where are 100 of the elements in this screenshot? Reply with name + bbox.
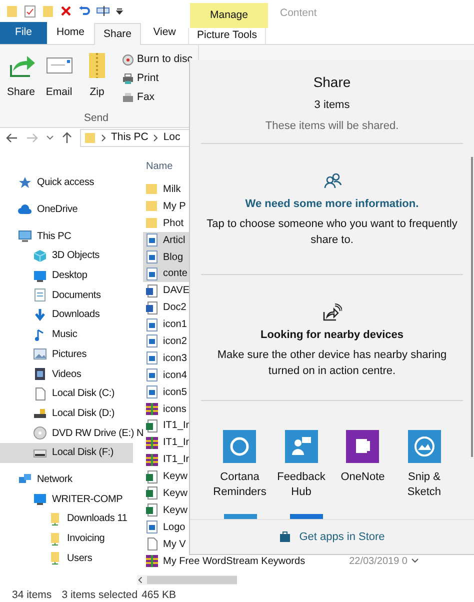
tree-item-icon (33, 347, 47, 362)
file-name: IT1_Ir (163, 419, 190, 434)
tree-item[interactable]: DVD RW Drive (E:) N (0, 423, 144, 443)
tree-item[interactable]: Quick access (0, 173, 133, 193)
rename-icon[interactable] (96, 5, 110, 17)
image-file-icon (145, 351, 159, 366)
ribbon-tab[interactable]: Home (47, 22, 94, 44)
file-row[interactable]: Blog (143, 248, 189, 266)
ribbon-button[interactable]: Email (42, 51, 76, 105)
file-row[interactable]: Keyw (143, 502, 189, 519)
tree-item[interactable]: Downloads 11 (0, 509, 133, 529)
file-row[interactable]: Articl (143, 232, 189, 249)
folder-icon (84, 132, 96, 144)
spreadsheet-icon (145, 418, 159, 433)
group-label: Send (84, 112, 108, 124)
tree-item-icon (33, 406, 47, 420)
tree-item[interactable]: Pictures (0, 344, 133, 364)
tree-item-icon (48, 512, 62, 526)
status-text: 465 KB (142, 588, 176, 602)
spreadsheet-icon (145, 470, 159, 484)
store-link[interactable]: Get apps in Store (279, 528, 385, 546)
tree-item[interactable]: OneDrive (0, 200, 133, 220)
file-row[interactable]: IT1_Ir (143, 434, 190, 452)
file-row[interactable]: icon3 (143, 350, 189, 367)
column-header[interactable]: Name (143, 155, 177, 177)
file-row[interactable]: Keyw (143, 485, 189, 502)
tree-item-icon (48, 532, 62, 546)
spreadsheet-icon (145, 503, 159, 518)
file-row[interactable]: conte (143, 265, 189, 282)
panel-subtitle: These items will be shared. (265, 118, 399, 134)
tree-item-icon (18, 202, 32, 217)
ribbon-tab[interactable]: Picture Tools (188, 28, 266, 44)
path-segment[interactable]: Loc (163, 130, 180, 146)
properties-icon[interactable] (24, 4, 36, 18)
app-button[interactable]: Cortana Reminders (209, 430, 270, 500)
file-row[interactable]: IT1_Ir (143, 417, 190, 434)
tree-item[interactable]: Documents (0, 285, 133, 306)
ribbon-tab[interactable]: File (0, 22, 47, 44)
tree-item[interactable]: 3D Objects (0, 246, 133, 266)
ribbon-button[interactable]: Share (4, 51, 38, 105)
file-name: Milk (163, 182, 181, 197)
section-heading: We need some more information. (245, 197, 419, 212)
nearby-share-icon (322, 303, 342, 323)
file-row[interactable]: Milk (143, 181, 189, 198)
app-button[interactable]: Snip & Sketch (394, 430, 455, 500)
undo-icon[interactable] (78, 5, 90, 17)
file-name: icons (163, 402, 186, 417)
ribbon-button[interactable]: Fax (122, 89, 192, 107)
tree-item[interactable]: Music (0, 324, 133, 344)
file-row[interactable]: DAVE (143, 282, 190, 300)
path-segment[interactable]: This PC (111, 130, 148, 146)
section-text: Make sure the other device has nearby sharing turned on in action centre. (216, 348, 448, 378)
panel-title: Share (313, 73, 351, 92)
file-row[interactable]: Keyw (143, 468, 189, 486)
file-row[interactable]: icon4 (143, 366, 189, 384)
tree-item[interactable]: WRITER-COMP (0, 489, 133, 509)
file-row[interactable]: Phot (143, 214, 189, 232)
file-row[interactable]: icons (143, 400, 189, 418)
ribbon-button[interactable]: Zip (80, 51, 114, 105)
tree-item[interactable]: Videos (0, 364, 133, 384)
tree-item[interactable]: Network (0, 470, 133, 490)
address-bar[interactable]: This PC Loc (80, 129, 190, 147)
tree-item[interactable]: Desktop (0, 266, 133, 286)
file-name: icon3 (163, 352, 187, 366)
tree-item-icon (33, 288, 47, 302)
file-name: icon4 (163, 368, 187, 383)
scrollbar-thumb[interactable] (146, 576, 237, 584)
item-count: 3 items (314, 98, 350, 113)
file-row[interactable]: My P (143, 198, 189, 215)
scrollbar-thumb[interactable] (471, 157, 473, 457)
chevron-down-icon[interactable] (46, 135, 54, 141)
file-row[interactable]: Logo (143, 518, 189, 536)
tree-item[interactable]: Local Disk (D:) (0, 404, 133, 424)
app-button[interactable]: OneNote (332, 430, 394, 500)
ribbon-tab[interactable]: View (141, 22, 188, 44)
scroll-left-icon[interactable] (137, 576, 145, 584)
file-row[interactable]: My V (143, 536, 189, 553)
file-name: Doc2 (163, 301, 186, 316)
file-name: Articl (163, 234, 186, 248)
tree-item[interactable]: This PC (0, 226, 133, 246)
file-row[interactable]: icon2 (143, 333, 189, 350)
tree-item[interactable]: Invoicing (0, 528, 133, 548)
file-row[interactable]: icon1 (143, 316, 189, 334)
tree-item[interactable]: Downloads (0, 305, 133, 325)
tree-item[interactable]: Local Disk (F:) (0, 442, 133, 463)
delete-icon[interactable] (60, 5, 72, 17)
file-row[interactable]: icon5 (143, 384, 189, 401)
ribbon-tab[interactable]: Share (94, 23, 141, 45)
tree-item[interactable]: Users (0, 548, 133, 568)
file-row[interactable]: Doc2 (143, 299, 189, 316)
dropdown-icon[interactable] (116, 7, 123, 15)
file-name: Blog (163, 250, 184, 264)
tree-item-icon (33, 248, 47, 263)
app-button[interactable]: Feedback Hub (270, 430, 332, 500)
ribbon-button[interactable]: Print (122, 70, 192, 88)
file-row[interactable]: IT1_Ir (143, 451, 190, 468)
up-arrow-icon[interactable] (62, 132, 72, 144)
shopping-bag-icon (279, 531, 292, 543)
tree-item[interactable]: Local Disk (C:) (0, 384, 133, 404)
back-arrow-icon[interactable] (6, 133, 18, 143)
